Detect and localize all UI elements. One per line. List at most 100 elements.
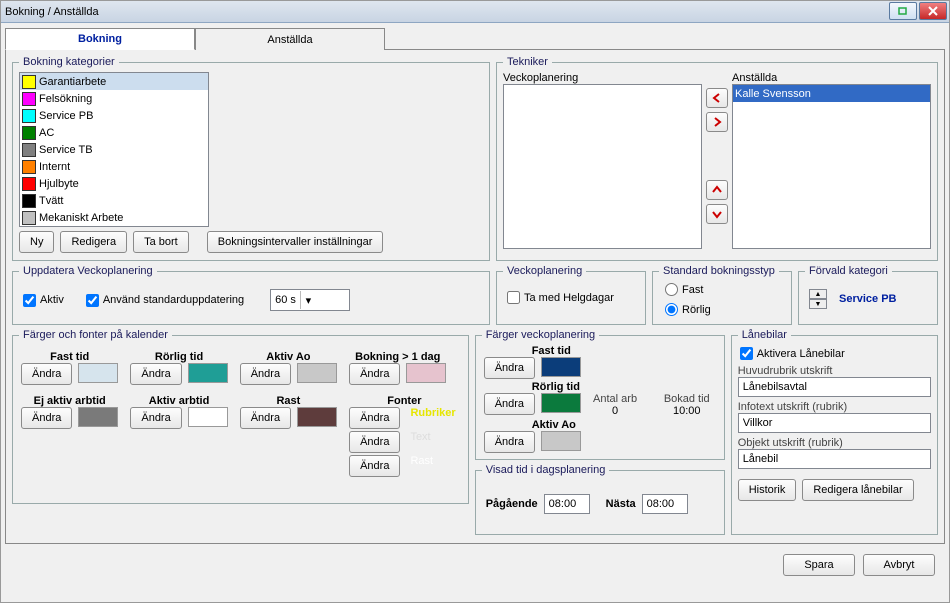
close-icon[interactable]	[919, 2, 947, 20]
weekupdate-group: Uppdatera Veckoplanering Aktiv Använd st…	[12, 265, 490, 325]
next-input[interactable]	[642, 494, 688, 514]
change-rorlig-color-button[interactable]: Ändra	[130, 363, 181, 385]
fast-radio[interactable]: Fast	[665, 283, 703, 296]
change-font-rast-button[interactable]: Ändra	[349, 455, 400, 477]
change-fast-color-button[interactable]: Ändra	[21, 363, 72, 385]
fonts-label: Fonter	[349, 395, 460, 407]
rast-label: Rast	[240, 395, 337, 407]
antal-arb-value: 0	[593, 405, 637, 417]
window-title: Bokning / Anställda	[5, 6, 99, 18]
tab-bokning[interactable]: Bokning	[5, 28, 195, 50]
tab-anstallda[interactable]: Anställda	[195, 28, 385, 50]
change-font-rubriker-button[interactable]: Ändra	[349, 407, 400, 429]
rorlig-label: Rörlig tid	[130, 351, 227, 363]
antal-arb-label: Antal arb	[593, 393, 637, 405]
titlebar: Bokning / Anställda	[1, 1, 949, 23]
aktiv-ao-label: Aktiv Ao	[240, 351, 337, 363]
object-input[interactable]	[738, 449, 931, 469]
aktiv-arb-label: Aktiv arbtid	[130, 395, 227, 407]
category-item: Mekaniskt Arbete	[20, 209, 208, 226]
tekniker-legend: Tekniker	[503, 56, 552, 68]
chevron-down-icon: ▾	[300, 291, 316, 309]
delete-button[interactable]: Ta bort	[133, 231, 189, 253]
arrow-up-button[interactable]	[706, 180, 728, 200]
lanebilar-legend: Lånebilar	[738, 329, 791, 341]
font-rubriker: Rubriker	[406, 407, 459, 429]
activate-lanebilar-checkbox[interactable]: Aktivera Lånebilar	[740, 347, 845, 360]
category-spinner[interactable]: ▲▼	[809, 289, 827, 309]
arrow-down-button[interactable]	[706, 204, 728, 224]
save-button[interactable]: Spara	[783, 554, 855, 576]
visad-tid-group: Visad tid i dagsplanering Pågående Nästa	[475, 464, 725, 535]
main-heading-input[interactable]	[738, 377, 931, 397]
anstallda-listbox[interactable]: Kalle Svensson	[732, 84, 931, 249]
wc-change-fast-button[interactable]: Ändra	[484, 357, 535, 379]
font-text: Text	[406, 431, 434, 453]
category-item: Tvätt	[20, 192, 208, 209]
include-holidays-checkbox[interactable]: Ta med Helgdagar	[507, 291, 614, 304]
edit-lanebilar-button[interactable]: Redigera lånebilar	[802, 479, 913, 501]
category-item: Hjulbyte	[20, 175, 208, 192]
arrow-right-button[interactable]	[706, 112, 728, 132]
change-font-text-button[interactable]: Ändra	[349, 431, 400, 453]
ej-aktiv-label: Ej aktiv arbtid	[21, 395, 118, 407]
infotext-input[interactable]	[738, 413, 931, 433]
tekniker-group: Tekniker Veckoplanering	[496, 56, 938, 261]
edit-button[interactable]: Redigera	[60, 231, 127, 253]
bokad-value: 10:00	[664, 405, 710, 417]
booking-type-group: Standard bokningsstyp Fast Rörlig	[652, 265, 792, 325]
history-button[interactable]: Historik	[738, 479, 797, 501]
veckoplanering-listbox[interactable]	[503, 84, 702, 249]
change-rast-color-button[interactable]: Ändra	[240, 407, 291, 429]
wc-change-rorlig-button[interactable]: Ändra	[484, 393, 535, 415]
wc-fast-label: Fast tid	[532, 345, 716, 357]
category-item: Internt	[20, 158, 208, 175]
weekupdate-legend: Uppdatera Veckoplanering	[19, 265, 157, 277]
category-item: AC	[20, 124, 208, 141]
ongoing-label: Pågående	[486, 498, 538, 510]
veckoplanering-group: Veckoplanering Ta med Helgdagar	[496, 265, 646, 325]
preselected-group: Förvald kategori ▲▼ Service PB	[798, 265, 938, 325]
categories-group: Bokning kategorier Garantiarbete Felsökn…	[12, 56, 490, 261]
tabpanel-bokning: Bokning kategorier Garantiarbete Felsökn…	[5, 49, 945, 544]
restore-icon[interactable]	[889, 2, 917, 20]
interval-settings-button[interactable]: Bokningsintervaller inställningar	[207, 231, 384, 253]
change-ej-aktiv-color-button[interactable]: Ändra	[21, 407, 72, 429]
lanebilar-group: Lånebilar Aktivera Lånebilar Huvudrubrik…	[731, 329, 938, 535]
booking-type-legend: Standard bokningsstyp	[659, 265, 779, 277]
change-aktiv-ao-color-button[interactable]: Ändra	[240, 363, 291, 385]
active-checkbox[interactable]: Aktiv	[23, 294, 64, 307]
change-booking-gt-color-button[interactable]: Ändra	[349, 363, 400, 385]
change-aktiv-arb-color-button[interactable]: Ändra	[130, 407, 181, 429]
bokad-label: Bokad tid	[664, 393, 710, 405]
category-item: Service PB	[20, 107, 208, 124]
preselected-legend: Förvald kategori	[805, 265, 892, 277]
interval-combo[interactable]: 60 s ▾	[270, 289, 350, 311]
next-label: Nästa	[606, 498, 636, 510]
infotext-label: Infotext utskrift (rubrik)	[738, 401, 931, 413]
font-rast: Rast	[406, 455, 437, 477]
visad-tid-legend: Visad tid i dagsplanering	[482, 464, 610, 476]
arrow-left-button[interactable]	[706, 88, 728, 108]
new-button[interactable]: Ny	[19, 231, 54, 253]
cancel-button[interactable]: Avbryt	[863, 554, 935, 576]
calendar-colors-group: Färger och fonter på kalender Fast tid Ä…	[12, 329, 469, 504]
tab-label: Bokning	[78, 33, 122, 45]
ongoing-input[interactable]	[544, 494, 590, 514]
category-item: Garantiarbete	[20, 73, 208, 90]
category-item: Service TB	[20, 141, 208, 158]
veckoplanering-label: Veckoplanering	[503, 72, 702, 84]
window: Bokning / Anställda Bokning Anställda Bo…	[0, 0, 950, 603]
rorlig-radio[interactable]: Rörlig	[665, 303, 711, 316]
cal-colors-legend: Färger och fonter på kalender	[19, 329, 172, 341]
fast-label: Fast tid	[21, 351, 118, 363]
use-default-checkbox[interactable]: Använd standarduppdatering	[86, 294, 244, 307]
category-item: Felsökning	[20, 90, 208, 107]
main-heading-label: Huvudrubrik utskrift	[738, 365, 931, 377]
week-colors-group: Färger veckoplanering Fast tid Ändra Rör…	[475, 329, 725, 460]
wc-change-aktiv-ao-button[interactable]: Ändra	[484, 431, 535, 453]
tab-label: Anställda	[267, 34, 312, 46]
categories-listbox[interactable]: Garantiarbete Felsökning Service PB AC S…	[19, 72, 209, 227]
veckoplanering-legend: Veckoplanering	[503, 265, 586, 277]
anstallda-label: Anställda	[732, 72, 931, 84]
